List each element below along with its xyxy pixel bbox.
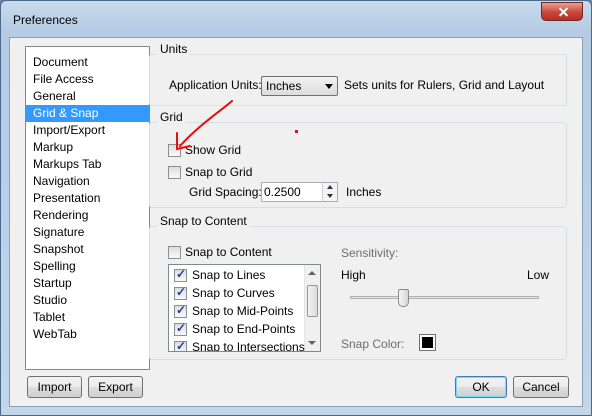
units-group-title: Units — [157, 42, 191, 56]
snap-options-scrollbar[interactable] — [304, 265, 320, 351]
grid-group-title: Grid — [157, 110, 186, 124]
category-item[interactable]: Signature — [26, 224, 149, 241]
grid-spacing-stepper[interactable] — [261, 182, 338, 202]
snap-to-content-label[interactable]: Snap to Content — [185, 245, 272, 259]
snap-to-content-checkbox[interactable] — [168, 246, 181, 259]
snap-color-label: Snap Color: — [341, 337, 405, 351]
import-button[interactable]: Import — [27, 376, 82, 398]
dropdown-arrow-icon — [325, 84, 333, 89]
show-grid-checkbox[interactable] — [168, 144, 181, 157]
category-item[interactable]: General — [26, 88, 149, 105]
snap-to-content-group-title: Snap to Content — [157, 214, 250, 228]
sensitivity-high-label: High — [341, 268, 366, 282]
snap-option-checkbox[interactable] — [174, 321, 187, 336]
snap-option-checkbox[interactable] — [174, 339, 187, 351]
category-item[interactable]: Markup — [26, 139, 149, 156]
category-item[interactable]: Grid & Snap — [26, 105, 149, 122]
export-button[interactable]: Export — [88, 376, 143, 398]
category-item[interactable]: Rendering — [26, 207, 149, 224]
close-button[interactable] — [541, 2, 583, 21]
sensitivity-slider-track[interactable] — [350, 296, 539, 299]
category-item[interactable]: Document — [26, 54, 149, 71]
category-item[interactable]: File Access — [26, 71, 149, 88]
spin-down-icon[interactable] — [322, 192, 337, 201]
snap-option-label[interactable]: Snap to Lines — [192, 268, 265, 282]
category-item[interactable]: Markups Tab — [26, 156, 149, 173]
snap-option-checkbox[interactable] — [174, 267, 187, 282]
category-item[interactable]: Studio — [26, 292, 149, 309]
snap-option-label[interactable]: Snap to Intersections — [192, 340, 305, 351]
snap-color-swatch[interactable] — [419, 334, 436, 351]
scroll-thumb[interactable] — [307, 285, 318, 317]
show-grid-label[interactable]: Show Grid — [185, 143, 241, 157]
snap-option-checkbox[interactable] — [174, 285, 187, 300]
spin-up-icon[interactable] — [322, 183, 337, 192]
category-item[interactable]: Startup — [26, 275, 149, 292]
units-description: Sets units for Rulers, Grid and Layout — [344, 78, 545, 92]
application-units-label: Application Units: — [169, 78, 262, 92]
application-units-select[interactable]: Inches — [261, 76, 338, 96]
scroll-down-icon[interactable] — [308, 341, 316, 345]
sensitivity-label: Sensitivity: — [341, 246, 399, 260]
snap-to-grid-checkbox[interactable] — [168, 166, 181, 179]
snap-option-label[interactable]: Snap to End-Points — [192, 322, 295, 336]
dialog-title: Preferences — [13, 13, 78, 27]
category-item[interactable]: Presentation — [26, 190, 149, 207]
category-item[interactable]: Tablet — [26, 309, 149, 326]
cancel-button[interactable]: Cancel — [513, 376, 569, 398]
grid-spacing-input[interactable] — [264, 184, 316, 200]
category-item[interactable]: Snapshot — [26, 241, 149, 258]
category-item[interactable]: Spelling — [26, 258, 149, 275]
scroll-up-icon[interactable] — [308, 271, 316, 275]
grid-spacing-label: Grid Spacing: — [189, 185, 262, 199]
application-units-value: Inches — [266, 79, 302, 93]
category-item[interactable]: Import/Export — [26, 122, 149, 139]
sensitivity-low-label: Low — [527, 268, 550, 282]
snap-option-checkbox[interactable] — [174, 303, 187, 318]
title-bar[interactable]: Preferences — [1, 1, 591, 37]
category-item[interactable]: Navigation — [26, 173, 149, 190]
category-list[interactable]: Document File Access General Grid & Snap Imp… — [25, 46, 150, 370]
snap-option-label[interactable]: Snap to Curves — [192, 286, 275, 300]
snap-to-grid-label[interactable]: Snap to Grid — [185, 165, 252, 179]
snap-option-label[interactable]: Snap to Mid-Points — [192, 304, 293, 318]
snap-color-fill — [422, 337, 433, 348]
snap-options-list[interactable]: Snap to Lines Snap to Curves Snap to Mid-P… — [168, 264, 321, 352]
grid-spacing-unit: Inches — [346, 185, 382, 199]
ok-button[interactable]: OK — [455, 376, 507, 398]
sensitivity-slider-thumb[interactable] — [398, 289, 409, 307]
category-item[interactable]: WebTab — [26, 326, 149, 343]
